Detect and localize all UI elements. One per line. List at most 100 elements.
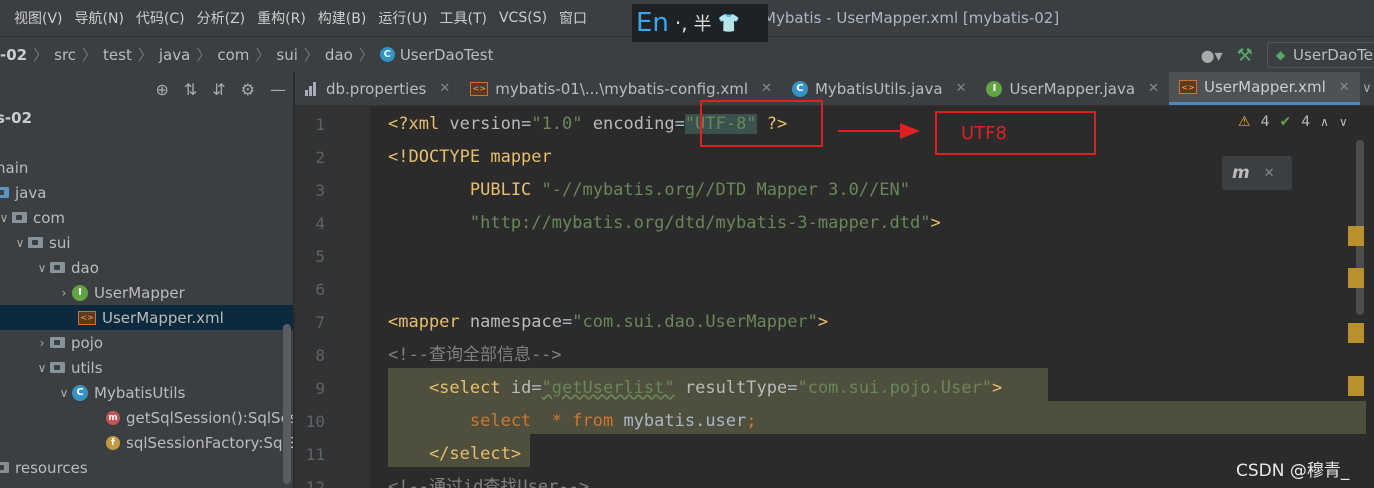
- menu-vcs[interactable]: VCS(S): [493, 10, 553, 26]
- ime-width[interactable]: 半: [694, 10, 712, 36]
- chevron-down-icon[interactable]: ∨: [34, 361, 50, 375]
- tree-item-sui[interactable]: ∨ sui: [0, 230, 293, 255]
- tree-item-usermapper-xml[interactable]: <> UserMapper.xml: [0, 305, 293, 330]
- ime-language[interactable]: En: [636, 8, 669, 38]
- class-icon: C: [379, 47, 395, 62]
- tree-item-getsqlsession[interactable]: m getSqlSession():SqlSes: [0, 405, 293, 430]
- error-stripe-marker[interactable]: [1348, 226, 1364, 246]
- tab-label: UserMapper.java: [1009, 79, 1136, 98]
- menu-window[interactable]: 窗口: [553, 8, 593, 28]
- close-icon[interactable]: ✕: [761, 81, 772, 96]
- ime-toolbar[interactable]: En ·, 半 👕: [632, 4, 768, 42]
- tree-item-dao[interactable]: ∨ dao: [0, 255, 293, 280]
- code-line-7: <mapper namespace="com.sui.dao.UserMappe…: [388, 312, 829, 332]
- menu-navigate[interactable]: 导航(N): [69, 8, 130, 28]
- tree-item-pojo[interactable]: › pojo: [0, 330, 293, 355]
- chevron-down-icon[interactable]: ∨: [56, 386, 72, 400]
- tab-label: mybatis-01\...\mybatis-config.xml: [495, 79, 749, 98]
- breadcrumb-module[interactable]: -02: [0, 46, 31, 64]
- tree-item-main[interactable]: nain: [0, 155, 293, 180]
- hammer-icon[interactable]: ⚒: [1237, 45, 1253, 66]
- tree-item-com[interactable]: ∨ com: [0, 205, 293, 230]
- tree-item-label: utils: [71, 358, 103, 377]
- menu-view[interactable]: 视图(V): [8, 8, 69, 28]
- locate-icon[interactable]: ⊕: [155, 80, 168, 99]
- shirt-icon[interactable]: 👕: [718, 13, 740, 34]
- code-line-11: </select>: [388, 444, 522, 464]
- annotation-label: UTF8: [935, 111, 1096, 155]
- tree-item-label: UserMapper.xml: [102, 308, 224, 327]
- nav-right-toolbar: ●▾ ⚒ ◆ UserDaoTe: [1201, 37, 1374, 73]
- class-icon: C: [791, 80, 808, 97]
- inspection-widget[interactable]: ⚠ 4 ✔ 4 ∧ ∨: [1238, 114, 1348, 130]
- expand-all-icon[interactable]: ⇅: [184, 80, 197, 99]
- mybatis-icon[interactable]: m: [1232, 163, 1250, 183]
- breadcrumb-com[interactable]: com: [213, 46, 253, 64]
- tab-label: db.properties: [326, 79, 427, 98]
- menu-run[interactable]: 运行(U): [372, 8, 433, 28]
- line-number: 8: [315, 346, 325, 365]
- interface-icon: I: [986, 80, 1003, 97]
- tree-item-resources[interactable]: resources: [0, 455, 293, 480]
- chevron-right-icon[interactable]: ›: [34, 336, 50, 350]
- breadcrumb-test[interactable]: test: [99, 46, 136, 64]
- gear-icon[interactable]: ⚙: [241, 80, 255, 99]
- chevron-down-icon[interactable]: ∨: [34, 261, 50, 275]
- tab-db-properties[interactable]: db.properties ✕: [295, 72, 460, 105]
- close-icon[interactable]: ✕: [1148, 81, 1159, 96]
- tree-item-mybatisutils[interactable]: ∨ C MybatisUtils: [0, 380, 293, 405]
- error-stripe-marker[interactable]: [1348, 376, 1364, 396]
- breadcrumb-src[interactable]: src: [50, 46, 80, 64]
- menu-analyze[interactable]: 分析(Z): [191, 8, 252, 28]
- package-icon: [12, 212, 27, 223]
- run-config-selector[interactable]: ◆ UserDaoTe: [1266, 42, 1374, 68]
- line-number: 6: [315, 280, 325, 299]
- code-line-3: PUBLIC "-//mybatis.org//DTD Mapper 3.0//…: [388, 180, 910, 200]
- chevron-down-icon[interactable]: ∨: [0, 211, 12, 225]
- tree-item-usermapper[interactable]: › I UserMapper: [0, 280, 293, 305]
- properties-icon: [305, 81, 319, 96]
- breadcrumb-java[interactable]: java: [155, 46, 194, 64]
- chevron-down-icon[interactable]: ∨: [12, 236, 28, 250]
- chevron-right-icon: 〉: [137, 46, 153, 64]
- chevron-up-icon[interactable]: ∧: [1320, 115, 1329, 129]
- error-stripe-marker[interactable]: [1348, 268, 1364, 288]
- chevron-down-icon[interactable]: ∨: [1360, 72, 1374, 105]
- breadcrumb-class-label: UserDaoTest: [399, 45, 494, 64]
- collapse-all-icon[interactable]: ⇵: [212, 80, 225, 99]
- close-icon[interactable]: ✕: [1264, 166, 1275, 181]
- line-gutter[interactable]: 1 2 3 4 5 6 7 8 9 10 11 12: [295, 106, 382, 488]
- close-icon[interactable]: ✕: [1339, 80, 1350, 95]
- hide-icon[interactable]: —: [270, 80, 286, 99]
- breadcrumb-class[interactable]: C UserDaoTest: [376, 46, 498, 64]
- tree-item-module[interactable]: s-02: [0, 105, 293, 130]
- ime-punctuation[interactable]: ·,: [675, 11, 688, 35]
- xml-icon: <>: [1178, 80, 1197, 94]
- tree-item-sqlsessionfactory[interactable]: f sqlSessionFactory:SqlS: [0, 430, 293, 455]
- close-icon[interactable]: ✕: [956, 81, 967, 96]
- menu-code[interactable]: 代码(C): [130, 8, 191, 28]
- tree-item-utils[interactable]: ∨ utils: [0, 355, 293, 380]
- menu-tools[interactable]: 工具(T): [434, 8, 493, 28]
- tree-item-label: MybatisUtils: [94, 383, 186, 402]
- project-scrollbar[interactable]: [283, 324, 291, 484]
- error-stripe-marker[interactable]: [1348, 323, 1364, 343]
- tab-usermapper-java[interactable]: I UserMapper.java ✕: [976, 72, 1169, 105]
- chevron-right-icon: 〉: [303, 46, 319, 64]
- menu-build[interactable]: 构建(B): [312, 8, 373, 28]
- chevron-right-icon: 〉: [82, 46, 98, 64]
- tree-item-label: dao: [71, 258, 99, 277]
- user-icon[interactable]: ●▾: [1201, 46, 1223, 65]
- close-icon[interactable]: ✕: [439, 81, 450, 96]
- chevron-right-icon[interactable]: ›: [56, 286, 72, 300]
- tab-usermapper-xml[interactable]: <> UserMapper.xml ✕: [1168, 72, 1360, 105]
- run-config-label: UserDaoTe: [1293, 46, 1373, 64]
- tree-item-java[interactable]: java: [0, 180, 293, 205]
- breadcrumb-dao[interactable]: dao: [321, 46, 357, 64]
- field-icon: f: [106, 435, 120, 450]
- breadcrumb-sui[interactable]: sui: [272, 46, 302, 64]
- interface-icon: I: [72, 284, 88, 301]
- menu-refactor[interactable]: 重构(R): [251, 8, 312, 28]
- chevron-down-icon[interactable]: ∨: [1339, 115, 1348, 129]
- tree-item-label: java: [15, 183, 47, 202]
